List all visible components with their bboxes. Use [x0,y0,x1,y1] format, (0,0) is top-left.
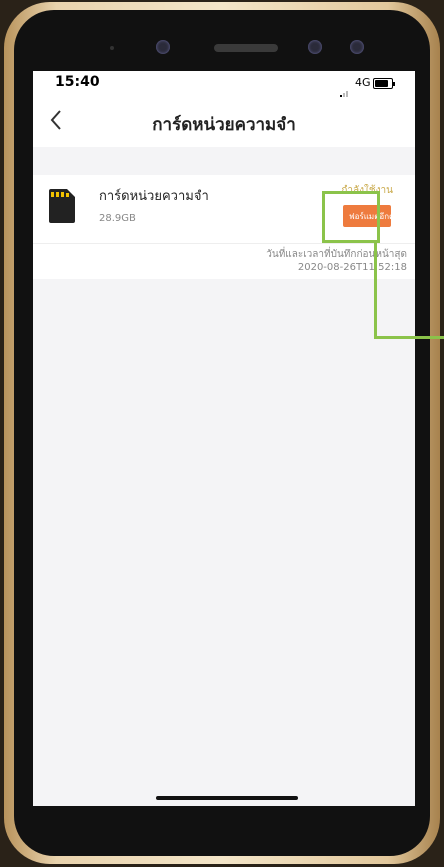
front-camera-icon [156,40,170,54]
battery-icon [373,78,395,89]
card-name: การ์ดหน่วยความจำ [99,189,209,204]
sd-card-icon [49,189,75,223]
earpiece-speaker [214,44,278,52]
home-indicator[interactable] [156,796,298,800]
nav-bar: การ์ดหน่วยความจำ [33,97,415,147]
network-label: 4G [355,76,371,89]
last-record-value: 2020-08-26T11:52:18 [297,262,407,273]
last-record-block: วันที่และเวลาที่บันทึกก่อนหน้าสุด 2020-0… [33,243,415,279]
annotation-leader-line [374,336,444,339]
status-bar: 15:40 4G [33,71,415,100]
phone-screen: 15:40 4G การ์ดหน่วยความจำ การ์ดหน่วยความ… [33,71,415,806]
sensor-dot [110,46,114,50]
last-record-label: วันที่และเวลาที่บันทึกก่อนหน้าสุด [266,249,407,260]
front-camera-icon [308,40,322,54]
status-time: 15:40 [55,74,100,90]
page-title: การ์ดหน่วยความจำ [152,115,296,135]
sensor-icon [350,40,364,54]
highlight-annotation [322,191,380,243]
card-capacity: 28.9GB [99,213,136,224]
annotation-leader-line [374,240,377,336]
